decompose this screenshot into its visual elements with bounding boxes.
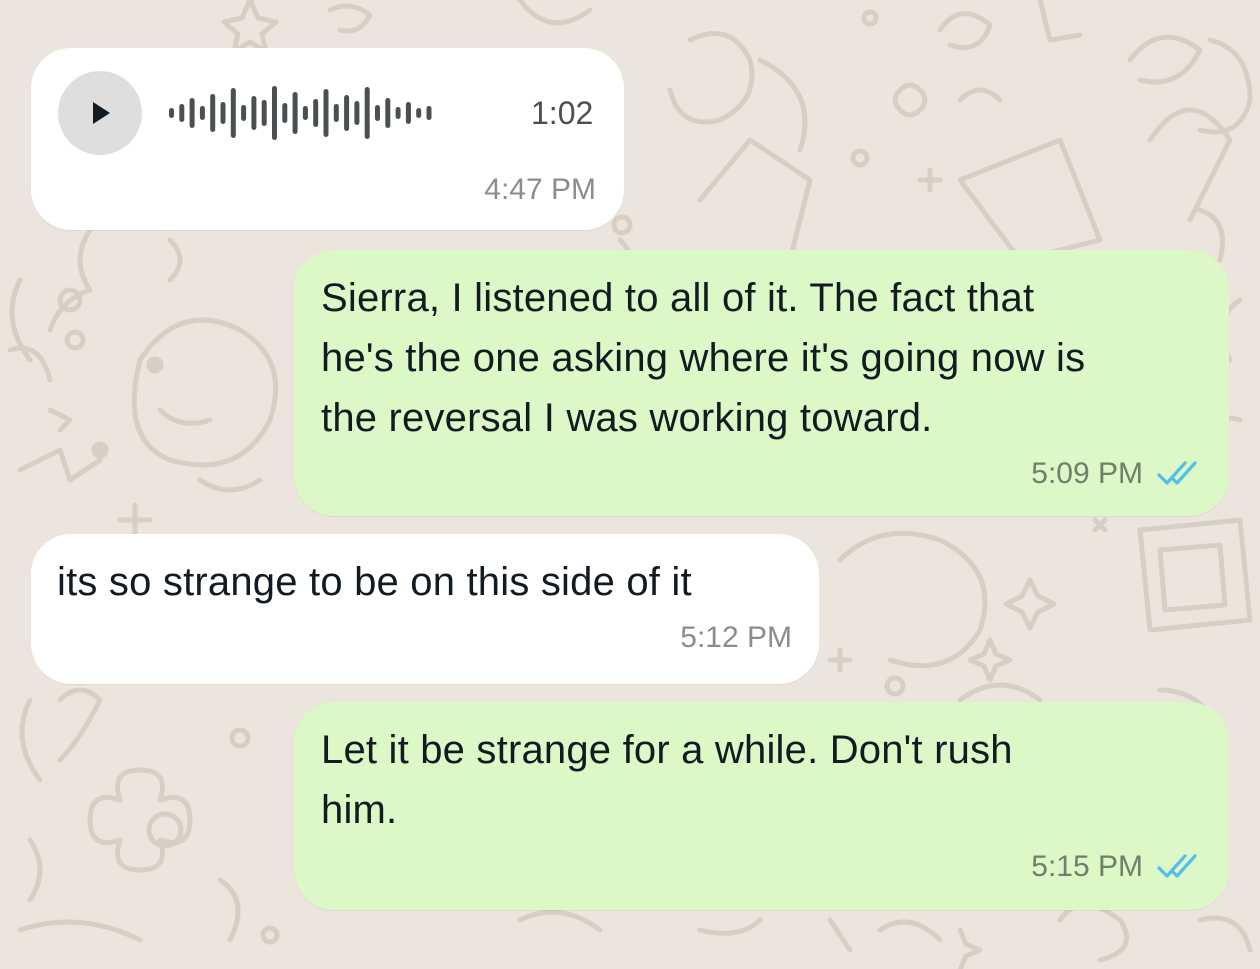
waveform-bar [169, 108, 174, 118]
voice-duration: 1:02 [531, 95, 594, 131]
message-line: Let it be strange for a while. Don't rus… [321, 728, 1013, 772]
waveform-bar [241, 105, 247, 121]
outgoing-message-bubble[interactable]: Let it be strange for a while. Don't rus… [294, 702, 1229, 910]
waveform-bar [364, 87, 370, 139]
message-timestamp: 5:15 PM [1031, 850, 1143, 883]
waveform-bar [375, 105, 380, 121]
message-line: Sierra, I listened to all of it. The fac… [321, 276, 1035, 320]
message-line: he's the one asking where it's going now… [321, 336, 1086, 380]
message-line: its so strange to be on this side of it [57, 560, 692, 604]
waveform-bar [354, 101, 360, 125]
waveform-bar [230, 88, 236, 138]
message-text: its so strange to be on this side of it [57, 552, 692, 612]
waveform-bar [323, 89, 329, 137]
incoming-message-bubble[interactable]: its so strange to be on this side of it … [31, 534, 819, 684]
waveform-bar [282, 103, 288, 123]
waveform-bar [313, 99, 319, 127]
outgoing-message-bubble[interactable]: Sierra, I listened to all of it. The fac… [294, 250, 1229, 516]
double-check-icon [1157, 854, 1197, 878]
play-button[interactable] [58, 71, 142, 155]
waveform-bar [189, 98, 195, 128]
message-text: Let it be strange for a while. Don't rus… [321, 720, 1013, 840]
voice-message-bubble[interactable]: 1:02 4:47 PM [31, 48, 624, 230]
waveform-bar [251, 96, 257, 130]
message-line: him. [321, 788, 398, 832]
waveform-bar [302, 106, 308, 120]
waveform-bar [261, 100, 267, 126]
voice-waveform[interactable] [167, 86, 437, 140]
message-timestamp: 5:12 PM [680, 621, 792, 654]
waveform-bar [220, 102, 226, 124]
waveform-bar [179, 104, 185, 122]
play-icon [93, 102, 110, 124]
waveform-bar [199, 106, 205, 120]
waveform-bar [405, 102, 411, 124]
waveform-bar [395, 107, 401, 119]
waveform-bar [292, 92, 298, 134]
waveform-bar [210, 94, 216, 132]
message-text: Sierra, I listened to all of it. The fac… [321, 268, 1085, 448]
waveform-bar [416, 108, 422, 118]
waveform-bar [385, 98, 391, 128]
message-line: the reversal I was working toward. [321, 396, 933, 440]
waveform-bar [426, 106, 432, 120]
message-timestamp: 4:47 PM [484, 173, 596, 206]
waveform-bar [272, 86, 277, 140]
waveform-bar [344, 95, 350, 131]
waveform-bar [333, 104, 339, 122]
double-check-icon [1157, 461, 1197, 485]
message-timestamp: 5:09 PM [1031, 457, 1143, 490]
